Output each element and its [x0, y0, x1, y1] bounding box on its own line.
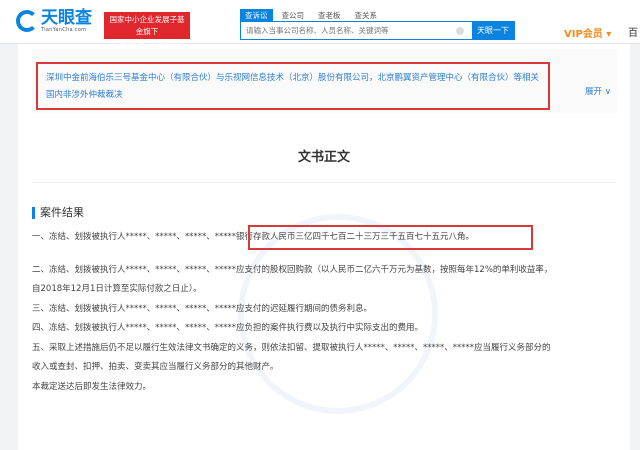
document-title: 文书正文 [297, 150, 350, 165]
expand-button[interactable]: 展开 ∨ [585, 85, 611, 97]
result-line: 四、冻结、划拨被执行人*****、*****、*****、*****应负担的案件… [32, 323, 424, 333]
logo[interactable]: 天眼查 TianYanCha.com [16, 8, 92, 33]
case-result-text: 一、冻结、划拨被执行人*****、*****、*****、*****银行存款人民… [32, 225, 622, 397]
result-line: 收入或查封、扣押、拍卖、变卖其应当履行义务部分的其他财产。 [32, 362, 279, 372]
search-button[interactable]: 天眼一下 [472, 22, 514, 39]
result-line: 自2018年12月1日计算至实际付款之日止）。 [32, 284, 202, 294]
result-line: 三、冻结、划拨被执行人*****、*****、*****、*****应支付的迟延… [32, 303, 373, 314]
parties-panel: 深圳中金前海伯乐三号基金中心（有限合伙）与乐视网信息技术（北京）股份有限公司，北… [32, 49, 617, 113]
divider [32, 182, 616, 183]
more-menu[interactable]: 百 [628, 24, 638, 39]
top-header: 天眼查TianYanCha.com 国家中小企业发展子基金旗下官方备案企业征信机… [0, 0, 640, 60]
section-heading: 案件结果 [32, 207, 84, 219]
highlight-box [248, 225, 533, 250]
logo-text: 天眼查 [41, 8, 92, 28]
badge-line: 国家中小企业发展子基金旗下 [109, 15, 185, 36]
document-card: 深圳中金前海伯乐三号基金中心（有限合伙）与乐视网信息技术（北京）股份有限公司，北… [18, 44, 630, 450]
clear-icon[interactable] [456, 27, 464, 35]
official-badge: 国家中小企业发展子基金旗下官方备案企业征信机构 [104, 12, 190, 60]
result-line: 二、冻结、划拨被执行人*****、*****、*****、*****应支付的股权… [32, 264, 553, 275]
parties-text[interactable]: 深圳中金前海伯乐三号基金中心（有限合伙）与乐视网信息技术（北京）股份有限公司，北… [36, 62, 550, 110]
result-line: 五、采取上述措施后仍不足以履行生效法律文书确定的义务，则依法扣留、提取被执行人*… [32, 342, 551, 353]
logo-icon [16, 9, 38, 32]
result-line: 本裁定送达后即发生法律效力。 [32, 381, 152, 392]
search-bar: 天眼一下 [240, 21, 515, 40]
vip-menu[interactable]: VIP会员 ▾ [564, 25, 611, 40]
logo-subtitle: TianYanCha.com [41, 27, 87, 33]
search-input[interactable] [241, 22, 456, 39]
